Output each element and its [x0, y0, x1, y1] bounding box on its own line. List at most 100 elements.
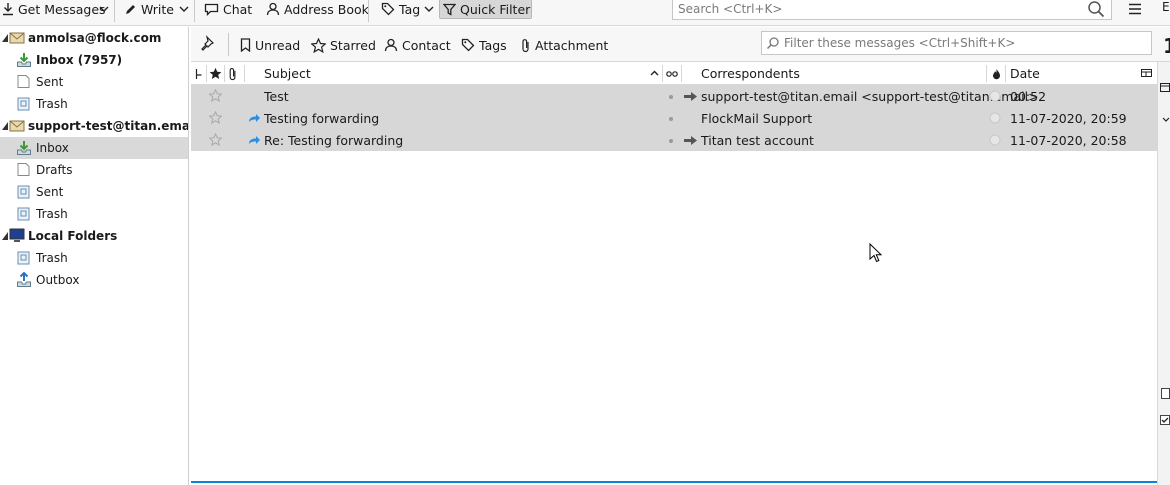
junk-status-icon[interactable]	[989, 90, 1001, 102]
star-outline-icon[interactable]	[209, 133, 222, 146]
search-icon	[766, 37, 779, 50]
column-divider	[681, 65, 682, 82]
folder-sent-support-test[interactable]: Sent	[0, 181, 188, 203]
star-outline-icon[interactable]	[209, 111, 222, 124]
column-divider	[986, 65, 987, 82]
mouse-cursor-icon	[869, 243, 882, 263]
chevron-down-icon[interactable]	[1162, 117, 1170, 122]
collapse-twisty-icon[interactable]	[2, 34, 8, 42]
chevron-down-icon	[424, 6, 434, 12]
column-attachment[interactable]	[228, 62, 238, 85]
account-local-folders[interactable]: Local Folders	[0, 225, 188, 247]
filter-unread-button[interactable]: Unread	[240, 36, 300, 54]
folder-label: Inbox	[36, 141, 69, 155]
chat-button[interactable]: Chat	[201, 0, 255, 18]
filter-contact-button[interactable]: Contact	[384, 36, 451, 54]
contact-icon	[266, 2, 280, 16]
column-junk-status[interactable]	[992, 62, 1001, 85]
read-status-dot[interactable]	[669, 117, 673, 121]
thread-list: Test support-test@titan.email <support-t…	[191, 85, 1157, 481]
folder-trash-anmolsa[interactable]: Trash	[0, 93, 188, 115]
flame-icon	[993, 68, 1000, 79]
folder-label: Sent	[36, 75, 64, 89]
column-subject[interactable]: Subject	[264, 62, 311, 85]
write-dropdown[interactable]	[177, 0, 191, 18]
chevron-down-icon	[179, 6, 189, 12]
folder-sent-anmolsa[interactable]: Sent	[0, 71, 188, 93]
folder-trash-support-test[interactable]: Trash	[0, 203, 188, 225]
column-read-status[interactable]	[666, 62, 678, 85]
folder-outbox-local[interactable]: Outbox	[0, 269, 188, 291]
sort-ascending-icon[interactable]	[650, 70, 659, 76]
filter-messages-box[interactable]	[761, 31, 1152, 55]
folder-drafts-support-test[interactable]: Drafts	[0, 159, 188, 181]
calendar-icon[interactable]	[1160, 82, 1170, 92]
outbox-icon	[17, 272, 31, 287]
filter-contact-label: Contact	[402, 37, 451, 53]
folder-inbox-support-test[interactable]: Inbox	[0, 137, 188, 159]
right-edge-glyph: 1	[1163, 34, 1170, 58]
column-date[interactable]: Date	[1010, 62, 1040, 85]
read-status-dot[interactable]	[669, 95, 673, 99]
pin-icon[interactable]	[201, 35, 217, 51]
message-row[interactable]: Test support-test@titan.email <support-t…	[191, 85, 1157, 107]
column-divider	[244, 65, 245, 82]
outgoing-arrow-icon	[684, 136, 697, 145]
folder-inbox-anmolsa[interactable]: Inbox (7957)	[0, 49, 188, 71]
filter-messages-input[interactable]	[784, 36, 1144, 50]
drafts-folder-icon	[17, 163, 30, 176]
message-subject: Test	[264, 89, 289, 104]
pencil-icon	[126, 4, 135, 14]
tag-icon	[461, 38, 475, 52]
global-search-box[interactable]	[672, 0, 1112, 20]
column-starred[interactable]	[209, 62, 222, 85]
tag-button[interactable]: Tag	[378, 0, 437, 18]
checkbox-checked-icon[interactable]	[1160, 415, 1170, 425]
thread-icon	[195, 68, 202, 79]
quick-filter-button[interactable]: Quick Filter	[439, 0, 532, 19]
folder-label: Trash	[36, 97, 68, 111]
star-outline-icon[interactable]	[209, 89, 222, 102]
sent-folder-icon	[17, 75, 30, 88]
column-picker[interactable]	[1141, 62, 1152, 85]
hamburger-menu-icon	[1129, 3, 1141, 15]
trash-icon	[17, 97, 30, 111]
message-row[interactable]: Re: Testing forwarding Titan test accoun…	[191, 129, 1157, 151]
outgoing-arrow-icon	[684, 92, 697, 101]
junk-status-icon[interactable]	[989, 134, 1001, 146]
get-messages-dropdown[interactable]	[97, 0, 111, 18]
computer-icon	[9, 228, 25, 242]
collapse-twisty-icon[interactable]	[2, 122, 8, 130]
address-book-button[interactable]: Address Book	[263, 0, 372, 18]
write-button[interactable]: Write	[121, 0, 177, 18]
folder-label: Inbox (7957)	[36, 53, 123, 67]
column-correspondents[interactable]: Correspondents	[701, 62, 800, 85]
trash-icon	[17, 251, 30, 265]
filter-starred-button[interactable]: Starred	[311, 36, 376, 54]
tag-label: Tag	[399, 1, 421, 17]
read-status-icon	[666, 70, 678, 77]
app-menu-button[interactable]	[1125, 0, 1145, 18]
get-messages-button[interactable]: Get Messages	[0, 0, 109, 18]
search-icon[interactable]	[1087, 0, 1105, 18]
mail-account-icon	[9, 32, 25, 44]
account-support-test[interactable]: support-test@titan.email	[0, 115, 188, 137]
folder-trash-local[interactable]: Trash	[0, 247, 188, 269]
collapse-twisty-icon[interactable]	[2, 232, 8, 240]
account-anmolsa[interactable]: anmolsa@flock.com	[0, 27, 188, 49]
forwarded-icon	[249, 136, 260, 144]
filter-tags-button[interactable]: Tags	[461, 36, 507, 54]
message-date: 11-07-2020, 20:58	[1010, 133, 1127, 148]
folder-label: Drafts	[36, 163, 73, 177]
paperclip-icon	[229, 67, 236, 80]
junk-status-icon[interactable]	[989, 112, 1001, 124]
sent-folder-icon	[17, 185, 30, 199]
read-status-dot[interactable]	[669, 139, 673, 143]
filter-attachment-button[interactable]: Attachment	[521, 36, 608, 54]
folder-label: Trash	[36, 251, 68, 265]
global-search-input[interactable]	[678, 2, 1068, 16]
checkbox-icon[interactable]	[1161, 388, 1170, 399]
chevron-down-icon	[99, 6, 109, 12]
message-row[interactable]: Testing forwarding FlockMail Support 11-…	[191, 107, 1157, 129]
column-thread-toggle[interactable]	[195, 62, 203, 85]
